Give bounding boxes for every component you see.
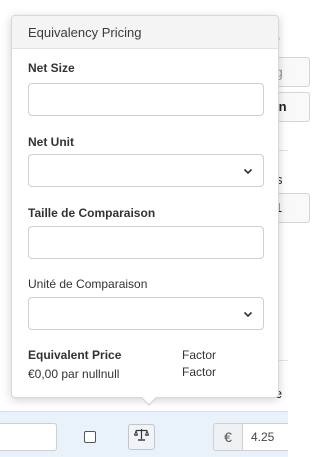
row-checkbox[interactable]	[84, 431, 96, 443]
equivalent-price-value: €0,00 par nullnull	[28, 367, 120, 381]
scale-icon	[133, 428, 150, 446]
chevron-down-icon	[243, 311, 253, 318]
net-size-input[interactable]	[28, 83, 264, 116]
chevron-down-icon	[243, 168, 253, 175]
popover-title: Equivalency Pricing	[12, 16, 278, 49]
row-text-input[interactable]	[0, 423, 57, 451]
net-unit-select[interactable]	[28, 154, 264, 187]
product-row: € 4.25	[0, 411, 288, 457]
popover-arrow	[140, 396, 158, 406]
currency-addon: €	[213, 423, 243, 451]
comparison-size-label: Taille de Comparaison	[28, 206, 156, 220]
factor-label: Factor	[182, 348, 217, 362]
equivalency-pricing-button[interactable]	[128, 424, 155, 450]
net-size-label: Net Size	[28, 61, 75, 75]
comparison-size-input[interactable]	[28, 226, 264, 259]
equivalent-price-label: Equivalent Price	[28, 348, 122, 362]
comparison-unit-label: Unité de Comparaison	[28, 277, 148, 291]
price-input[interactable]: 4.25	[242, 423, 288, 451]
net-unit-label: Net Unit	[28, 135, 74, 149]
comparison-unit-select[interactable]	[28, 297, 264, 330]
equivalency-pricing-popover: Equivalency Pricing Net Size Net Unit Ta…	[11, 15, 279, 406]
factor-value: Factor	[182, 365, 217, 379]
